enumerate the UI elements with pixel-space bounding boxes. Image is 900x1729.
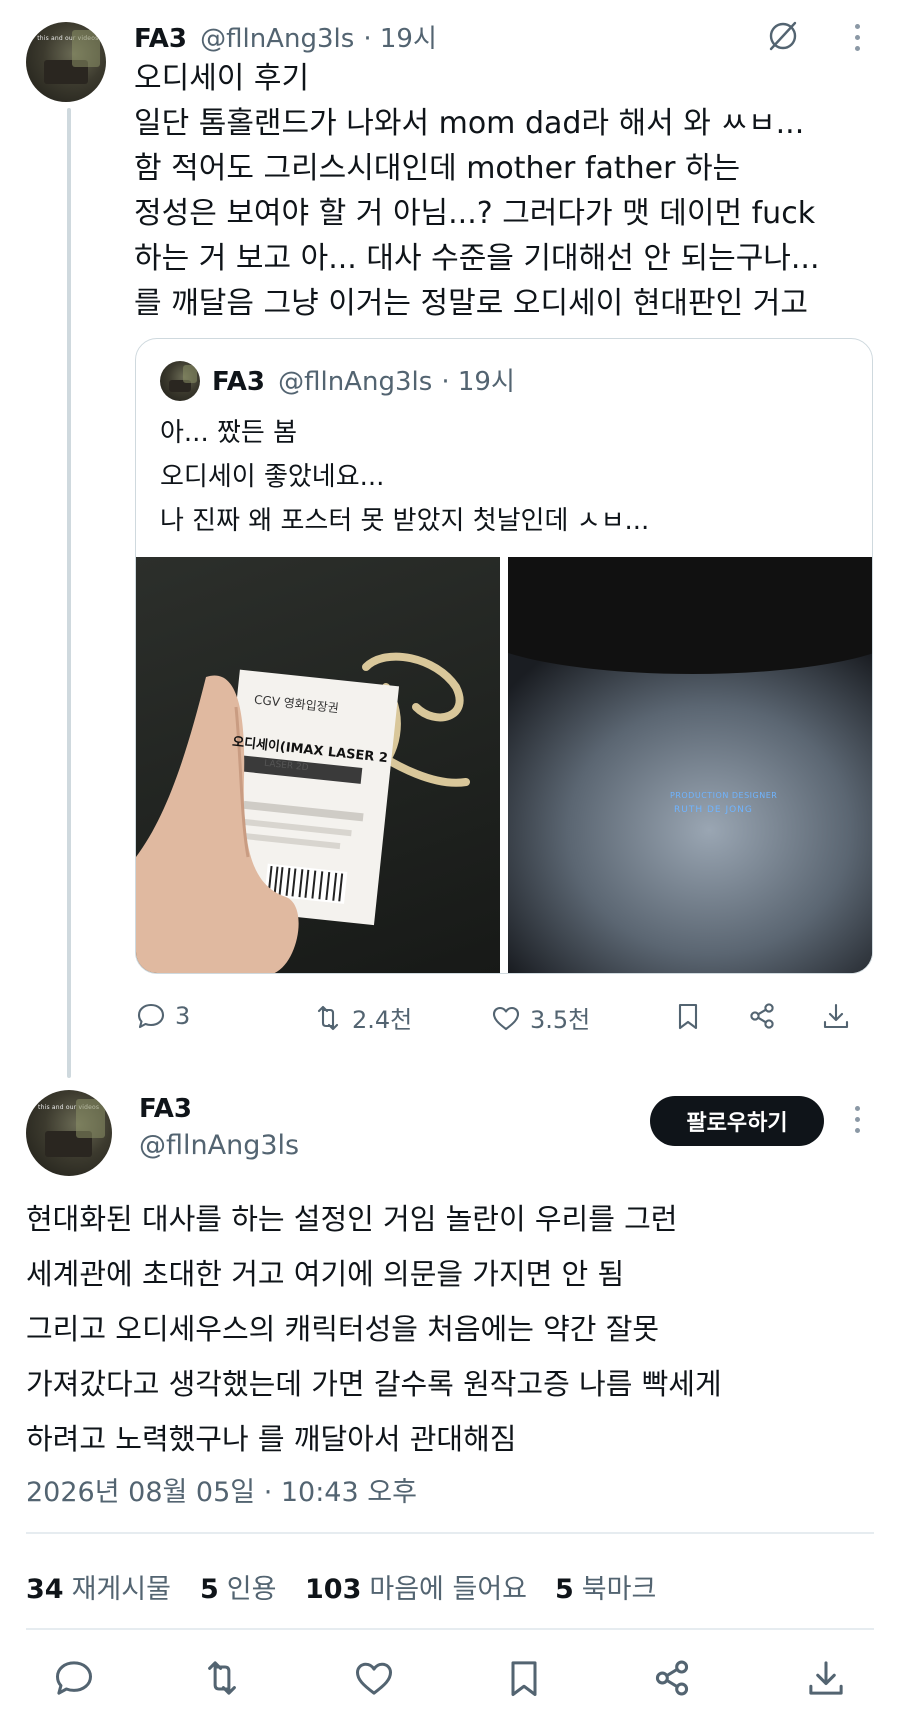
quoted-text: 아... 짰든 봄 오디세이 좋았네요... 나 진짜 왜 포스터 못 받았지 …: [160, 411, 649, 543]
retweet-count: 2.4천: [352, 1006, 413, 1034]
quoted-handle: @fllnAng3ls: [278, 367, 433, 397]
avatar-caption: this and our videos: [37, 34, 99, 42]
stat-count: 5: [200, 1574, 219, 1605]
tweet-text: 오디세이 후기 일단 톰홀랜드가 나와서 mom dad라 해서 와 ㅆㅂ...…: [134, 56, 820, 326]
reply-icon[interactable]: [52, 1656, 96, 1704]
stat-count: 103: [305, 1574, 362, 1605]
more-icon[interactable]: [853, 1106, 861, 1133]
credit-line-2: RUTH DE JONG: [674, 805, 753, 815]
retweet-icon[interactable]: [200, 1656, 244, 1704]
tweet-line: 정성은 보여야 할 거 아님...? 그러다가 맷 데이먼 fuck: [134, 196, 816, 231]
download-icon: [823, 1003, 849, 1029]
reply-avatar[interactable]: this and our videos: [26, 1090, 112, 1176]
tweet-line: 일단 톰홀랜드가 나와서 mom dad라 해서 와 ㅆㅂ...: [134, 106, 805, 141]
like-icon[interactable]: [352, 1656, 396, 1704]
quoted-display-name: FA3: [212, 367, 265, 397]
share-action[interactable]: [746, 1000, 778, 1032]
tweet-line: 하는 거 보고 아... 대사 수준을 기대해선 안 되는구나...: [134, 241, 820, 276]
divider: [26, 1532, 874, 1534]
follow-button[interactable]: 팔로우하기: [650, 1096, 824, 1146]
thread-line: [67, 108, 71, 1078]
reply-line: 가져갔다고 생각했는데 가면 갈수록 원작고증 나름 빡세게: [26, 1367, 722, 1401]
reply-action[interactable]: 3: [135, 1000, 190, 1032]
reply-icon: [137, 1003, 165, 1029]
stat-quotes[interactable]: 5 인용: [200, 1567, 276, 1606]
like-count: 3.5천: [530, 1006, 591, 1034]
avatar[interactable]: this and our videos: [26, 22, 106, 102]
display-name[interactable]: FA3: [134, 24, 187, 54]
reply-display-name[interactable]: FA3: [139, 1094, 192, 1124]
screen-photo[interactable]: PRODUCTION DESIGNER RUTH DE JONG: [508, 557, 872, 973]
more-icon[interactable]: [853, 24, 861, 51]
like-action[interactable]: 3.5천: [490, 1000, 590, 1035]
like-icon: [492, 1006, 520, 1030]
stat-count: 34: [26, 1574, 64, 1605]
bookmark-icon: [678, 1003, 698, 1030]
stat-bookmarks[interactable]: 5 북마크: [555, 1567, 656, 1606]
reply-text: 현대화된 대사를 하는 설정인 거임 놀란이 우리를 그런 세계관에 초대한 거…: [26, 1192, 722, 1467]
stat-reposts[interactable]: 34 재게시물: [26, 1567, 171, 1606]
stat-label: 재게시물: [71, 1574, 171, 1605]
reply-line: 현대화된 대사를 하는 설정인 거임 놀란이 우리를 그런: [26, 1202, 678, 1236]
stat-count: 5: [555, 1574, 574, 1605]
tweet-line: 함 적어도 그리스시대인데 mother father 하는: [134, 151, 741, 186]
download-action[interactable]: [820, 1000, 852, 1032]
stat-label: 마음에 들어요: [369, 1574, 527, 1605]
ticket-photo[interactable]: CGV 영화입장권 오디세이(IMAX LASER 2 LASER 2D: [136, 557, 500, 973]
retweet-action[interactable]: 2.4천: [312, 1000, 412, 1035]
share-icon: [750, 1003, 774, 1029]
timestamp[interactable]: · 19시: [363, 24, 437, 54]
quoted-avatar: [160, 361, 200, 401]
reply-line: 그리고 오디세우스의 캐릭터성을 처음에는 약간 잘못: [26, 1312, 660, 1346]
credit-line-1: PRODUCTION DESIGNER: [670, 791, 778, 800]
quoted-header: FA3 @fllnAng3ls · 19시: [212, 361, 515, 398]
reply-count: 3: [175, 1002, 191, 1030]
post-timestamp[interactable]: 2026년 08월 05일 · 10:43 오후: [26, 1470, 417, 1509]
download-icon[interactable]: [804, 1656, 848, 1704]
stat-label: 북마크: [581, 1574, 657, 1605]
grok-icon[interactable]: [765, 18, 801, 54]
tweet-line: 를 깨달음 그냥 이거는 정말로 오디세이 현대판인 거고: [134, 286, 808, 321]
retweet-icon: [317, 1005, 339, 1030]
bookmark-action[interactable]: [672, 1000, 704, 1032]
stat-likes[interactable]: 103 마음에 들어요: [305, 1567, 527, 1606]
quoted-line: 오디세이 좋았네요...: [160, 462, 385, 492]
tweet-header: FA3 @fllnAng3ls · 19시: [134, 18, 437, 55]
quoted-timestamp: · 19시: [441, 367, 515, 397]
share-icon[interactable]: [650, 1656, 694, 1704]
stat-label: 인용: [226, 1574, 277, 1605]
quoted-line: 나 진짜 왜 포스터 못 받았지 첫날인데 ㅅㅂ...: [160, 506, 650, 536]
reply-line: 세계관에 초대한 거고 여기에 의문을 가지면 안 됨: [26, 1257, 625, 1291]
quoted-tweet-card[interactable]: FA3 @fllnAng3ls · 19시 아... 짰든 봄 오디세이 좋았네…: [135, 338, 873, 974]
quoted-line: 아... 짰든 봄: [160, 418, 298, 448]
reply-handle[interactable]: @fllnAng3ls: [139, 1130, 299, 1161]
avatar-caption: this and our videos: [38, 1103, 100, 1111]
handle[interactable]: @fllnAng3ls: [200, 24, 354, 54]
tweet-line: 오디세이 후기: [134, 61, 310, 96]
bookmark-icon[interactable]: [502, 1656, 546, 1704]
divider: [26, 1628, 874, 1630]
reply-line: 하려고 노력했구나 를 깨달아서 관대해짐: [26, 1422, 517, 1456]
